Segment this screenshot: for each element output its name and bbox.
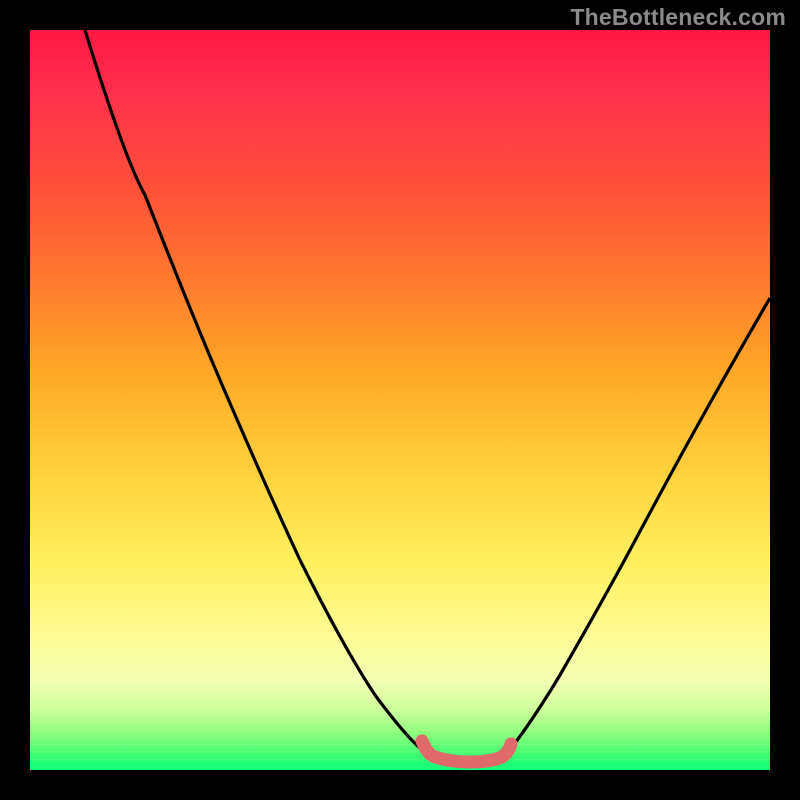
chart-frame: TheBottleneck.com [0,0,800,800]
right-curve [505,298,770,756]
bottom-arc [422,741,511,762]
curve-layer [30,30,770,770]
plot-area [30,30,770,770]
watermark-text: TheBottleneck.com [570,4,786,31]
left-curve [85,30,430,756]
